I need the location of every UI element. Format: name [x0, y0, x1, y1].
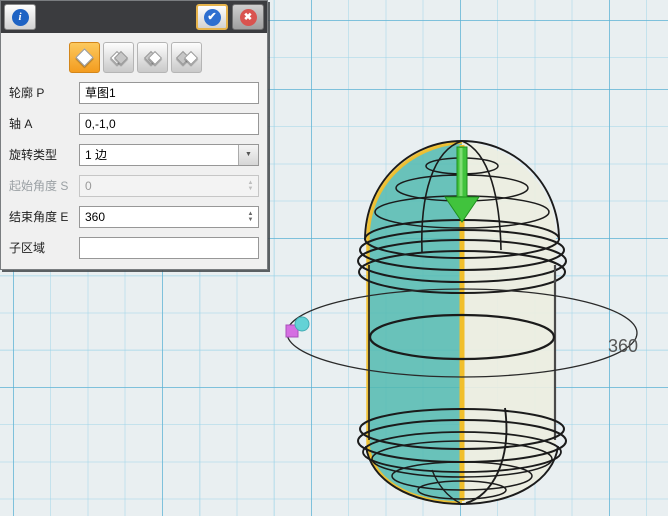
- revolve-type-value: 1 边: [80, 145, 238, 165]
- mode-union-button[interactable]: [103, 42, 134, 73]
- angle-drag-sphere-handle[interactable]: [295, 317, 309, 331]
- mode-intersect-button[interactable]: [171, 42, 202, 73]
- close-icon: ✖: [240, 9, 257, 26]
- subregion-row: 子区域: [9, 236, 267, 259]
- new-solid-diamond-icon: [75, 48, 93, 66]
- intersect-diamonds-icon: [181, 53, 193, 63]
- subregion-label: 子区域: [9, 239, 79, 256]
- dialog-titlebar[interactable]: i ✔ ✖: [1, 1, 267, 33]
- profile-input[interactable]: [79, 82, 259, 104]
- axis-label: 轴 A: [9, 115, 79, 132]
- profile-label: 轮廓 P: [9, 84, 79, 101]
- start-angle-row: 起始角度 S ▲▼: [9, 174, 267, 197]
- revolve-type-label: 旋转类型: [9, 146, 79, 163]
- ok-button[interactable]: ✔: [196, 4, 228, 30]
- revolve-type-row: 旋转类型 1 边 ▼: [9, 143, 267, 166]
- start-angle-label: 起始角度 S: [9, 177, 79, 194]
- cancel-button[interactable]: ✖: [232, 4, 264, 30]
- revolve-type-select[interactable]: 1 边 ▼: [79, 144, 259, 166]
- axis-row: 轴 A: [9, 112, 267, 135]
- cad-application-window: 360 i ✔ ✖: [0, 0, 668, 516]
- boolean-mode-toolbar: [1, 33, 267, 73]
- end-angle-input[interactable]: [80, 207, 243, 227]
- revolve-dialog: i ✔ ✖: [0, 0, 268, 270]
- info-button[interactable]: i: [4, 4, 36, 30]
- end-angle-label: 结束角度 E: [9, 208, 79, 225]
- start-angle-spinner: ▲▼: [79, 175, 259, 197]
- end-angle-row: 结束角度 E ▲▼: [9, 205, 267, 228]
- chevron-down-icon[interactable]: ▼: [238, 145, 258, 165]
- union-diamonds-icon: [115, 53, 123, 63]
- info-icon: i: [12, 9, 29, 26]
- start-angle-input: [80, 176, 243, 196]
- spinner-arrows-icon[interactable]: ▲▼: [243, 207, 258, 227]
- subtract-diamonds-icon: [149, 53, 157, 63]
- checkmark-icon: ✔: [204, 9, 221, 26]
- mode-new-solid-button[interactable]: [69, 42, 100, 73]
- end-angle-spinner[interactable]: ▲▼: [79, 206, 259, 228]
- mode-subtract-button[interactable]: [137, 42, 168, 73]
- spinner-arrows-icon: ▲▼: [243, 176, 258, 196]
- profile-row: 轮廓 P: [9, 81, 267, 104]
- subregion-input[interactable]: [79, 237, 259, 259]
- dialog-fields: 轮廓 P 轴 A 旋转类型 1 边 ▼ 起始角度 S ▲▼: [1, 73, 267, 259]
- axis-input[interactable]: [79, 113, 259, 135]
- revolve-angle-label: 360: [608, 336, 638, 356]
